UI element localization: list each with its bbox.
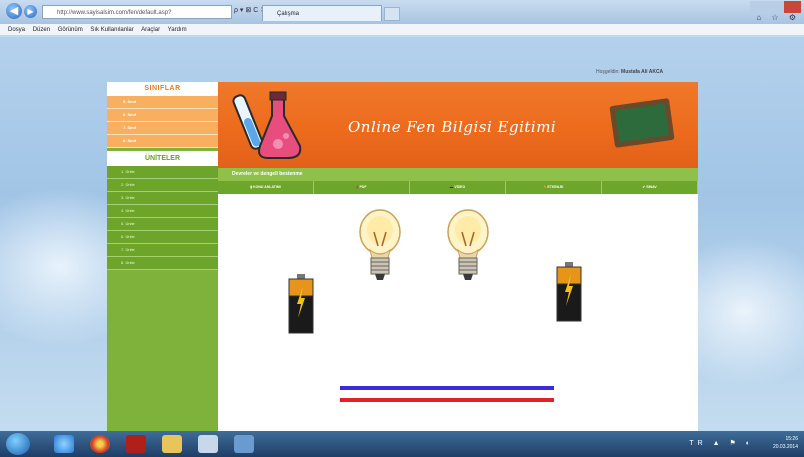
units-heading: ÜNİTELER <box>107 151 218 166</box>
unit-item[interactable]: 7. Ünite <box>107 244 218 257</box>
classes-heading: SINIFLAR <box>107 82 218 96</box>
acrobat-icon[interactable] <box>126 435 146 453</box>
desktop-screen: ◀ ▶ http://www.sayisalsim.com/fen/defaul… <box>0 0 804 431</box>
unit-item[interactable]: 4. Ünite <box>107 205 218 218</box>
chrome-icon[interactable] <box>90 435 110 453</box>
topic-title: Devreler ve dengeli bestenme <box>218 168 698 181</box>
internet-explorer-icon[interactable] <box>54 435 74 453</box>
welcome-text: Hoşgeldin: Mustafa Ali AKCA <box>596 69 663 75</box>
clock-date: 20.03.2014 <box>772 444 798 450</box>
system-tray-icons[interactable]: TR ▲ ⚑ ◐ <box>689 439 754 447</box>
windows-taskbar: TR ▲ ⚑ ◐ 15:26 20.03.2014 <box>0 431 804 457</box>
menu-item-help[interactable]: Yardım <box>168 27 187 33</box>
address-bar[interactable]: http://www.sayisalsim.com/fen/default.as… <box>42 5 232 19</box>
page-viewport: Hoşgeldin: Mustafa Ali AKCA SINIFLAR 5. … <box>0 37 804 431</box>
tab-label: VİDEO <box>454 185 466 189</box>
welcome-prefix: Hoşgeldin: <box>596 69 620 75</box>
class-item[interactable]: 8. Sınıf <box>107 135 218 148</box>
class-item[interactable]: 5. Sınıf <box>107 96 218 109</box>
circuit-activity <box>218 194 698 431</box>
site-banner: Online Fen Bilgisi Egitimi <box>218 82 698 168</box>
forward-icon: ▶ <box>27 7 34 16</box>
close-button[interactable] <box>784 1 801 13</box>
light-bulb-icon[interactable] <box>444 206 492 286</box>
blue-wire[interactable] <box>340 386 554 390</box>
content-tabs: ▮ KONU ANLATIMI ▮ PDF ▬ VİDEO ✎ ETKİNLİK… <box>218 181 698 194</box>
tab-etkinlik[interactable]: ✎ ETKİNLİK <box>506 181 602 194</box>
site-container: SINIFLAR 5. Sınıf 6. Sınıf 7. Sınıf 8. S… <box>107 82 698 431</box>
clock[interactable]: 15:26 20.03.2014 <box>773 435 798 451</box>
class-item[interactable]: 6. Sınıf <box>107 109 218 122</box>
unit-item[interactable]: 8. Ünite <box>107 257 218 270</box>
banner-title: Online Fen Bilgisi Egitimi <box>348 118 557 136</box>
user-name: Mustafa Ali AKCA <box>621 69 664 75</box>
tab-sinav[interactable]: ✔ SINAV <box>602 181 698 194</box>
tab-konu-anlatimi[interactable]: ▮ KONU ANLATIMI <box>218 181 314 194</box>
menu-item-tools[interactable]: Araçlar <box>141 27 160 33</box>
unit-item[interactable]: 6. Ünite <box>107 231 218 244</box>
tab-label: SINAV <box>646 185 657 189</box>
battery-icon[interactable] <box>288 274 314 334</box>
folder-icon[interactable] <box>162 435 182 453</box>
browser-tools[interactable]: ⌂ ☆ ⚙ <box>756 13 800 22</box>
flask-icon <box>232 91 302 159</box>
start-button[interactable] <box>6 433 30 455</box>
tab-label: PDF <box>359 185 367 189</box>
clock-time: 15:26 <box>785 436 798 442</box>
class-item[interactable]: 7. Sınıf <box>107 122 218 135</box>
tab-label: KONU ANLATIMI <box>253 185 281 189</box>
tab-label: ETKİNLİK <box>547 185 564 189</box>
maximize-button[interactable] <box>767 1 784 13</box>
menu-item-favorites[interactable]: Sık Kullanılanlar <box>90 27 133 33</box>
new-tab-button[interactable] <box>384 7 400 21</box>
light-bulb-icon[interactable] <box>356 206 404 286</box>
battery-icon[interactable] <box>556 262 582 322</box>
back-icon: ◀ <box>9 5 19 17</box>
minimize-button[interactable] <box>750 1 767 13</box>
tab-pdf[interactable]: ▮ PDF <box>314 181 410 194</box>
chalkboard-icon <box>609 98 675 148</box>
menu-item-file[interactable]: Dosya <box>8 27 25 33</box>
tab-video[interactable]: ▬ VİDEO <box>410 181 506 194</box>
app-icon[interactable] <box>198 435 218 453</box>
classes-list: 5. Sınıf 6. Sınıf 7. Sınıf 8. Sınıf <box>107 96 218 148</box>
unit-item[interactable]: 1. Ünite <box>107 166 218 179</box>
menu-bar: Dosya Düzen Görünüm Sık Kullanılanlar Ar… <box>0 24 804 36</box>
back-button[interactable]: ◀ <box>6 3 22 19</box>
units-list: 1. Ünite 2. Ünite 3. Ünite 4. Ünite 5. Ü… <box>107 166 218 270</box>
menu-item-edit[interactable]: Düzen <box>33 27 50 33</box>
forward-button[interactable]: ▶ <box>24 5 37 18</box>
sidebar: SINIFLAR 5. Sınıf 6. Sınıf 7. Sınıf 8. S… <box>107 82 218 431</box>
menu-item-view[interactable]: Görünüm <box>58 27 83 33</box>
window-controls <box>750 0 804 13</box>
browser-titlebar: ◀ ▶ http://www.sayisalsim.com/fen/defaul… <box>0 0 804 24</box>
unit-item[interactable]: 5. Ünite <box>107 218 218 231</box>
unit-item[interactable]: 3. Ünite <box>107 192 218 205</box>
browser-tab[interactable]: Çalışma <box>262 5 382 21</box>
tab-title: Çalışma <box>277 11 300 17</box>
unit-item[interactable]: 2. Ünite <box>107 179 218 192</box>
app-icon[interactable] <box>234 435 254 453</box>
red-wire[interactable] <box>340 398 554 402</box>
